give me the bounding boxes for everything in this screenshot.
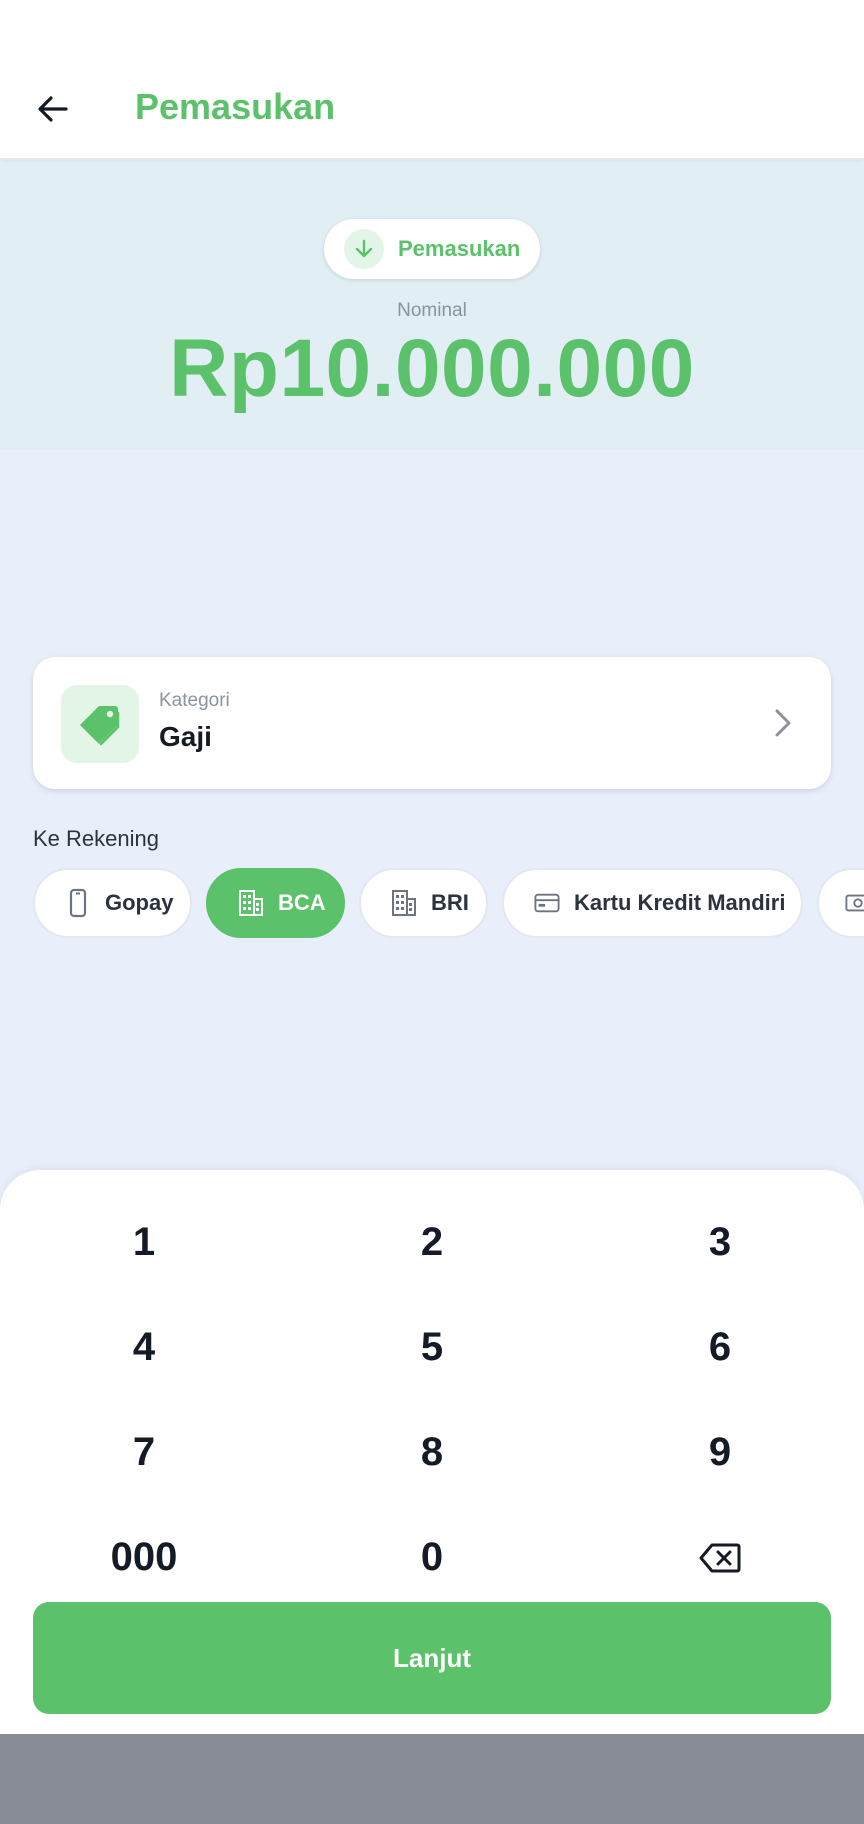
- account-chip-bca[interactable]: BCA: [206, 868, 345, 938]
- category-label: Kategori: [159, 690, 230, 711]
- category-value: Gaji: [159, 721, 212, 752]
- arrow-left-icon: [38, 96, 68, 122]
- key-2[interactable]: 2: [288, 1190, 576, 1295]
- account-chip-bri[interactable]: BRI: [359, 868, 488, 938]
- transaction-type-pill[interactable]: Pemasukan: [324, 219, 540, 279]
- key-8[interactable]: 8: [288, 1400, 576, 1505]
- key-0[interactable]: 0: [288, 1505, 576, 1610]
- account-chips: Gopay BCA BRI Kartu Kredit Mandiri: [0, 868, 864, 938]
- amount-value: Rp10.000.000: [169, 323, 695, 414]
- key-6[interactable]: 6: [576, 1295, 864, 1400]
- account-chip-label: Gopay: [105, 890, 174, 915]
- account-section-title: Ke Rekening: [33, 826, 159, 851]
- key-1[interactable]: 1: [0, 1190, 288, 1295]
- account-chip-label: BRI: [431, 890, 469, 915]
- key-4[interactable]: 4: [0, 1295, 288, 1400]
- page-title: Pemasukan: [135, 86, 336, 127]
- key-000[interactable]: 000: [0, 1505, 288, 1610]
- backspace-icon: [699, 1543, 741, 1572]
- transaction-type-label: Pemasukan: [398, 236, 521, 261]
- category-selector[interactable]: Kategori Gaji: [33, 657, 831, 789]
- account-chip-label: BCA: [278, 890, 326, 915]
- keypad-sheet: 1 2 3 4 5 6 7 8 9 000 0 Lanjut: [0, 1170, 864, 1734]
- arrow-down-icon: [344, 229, 384, 269]
- key-3[interactable]: 3: [576, 1190, 864, 1295]
- back-button[interactable]: [26, 82, 80, 136]
- continue-button[interactable]: Lanjut: [33, 1602, 831, 1714]
- account-chip-cash[interactable]: [817, 868, 864, 938]
- app-bar: Pemasukan: [0, 0, 864, 160]
- building-icon: [238, 888, 264, 918]
- account-chip-gopay[interactable]: Gopay: [33, 868, 192, 938]
- account-chip-kartu-kredit-mandiri[interactable]: Kartu Kredit Mandiri: [502, 868, 803, 938]
- amount-header: Pemasukan Nominal Rp10.000.000: [0, 162, 864, 449]
- key-9[interactable]: 9: [576, 1400, 864, 1505]
- tag-icon: [61, 685, 139, 763]
- key-5[interactable]: 5: [288, 1295, 576, 1400]
- backspace-key[interactable]: [576, 1505, 864, 1610]
- cash-icon: [845, 888, 864, 918]
- key-7[interactable]: 7: [0, 1400, 288, 1505]
- background-scrim: [0, 1734, 864, 1824]
- credit-card-icon: [534, 888, 560, 918]
- nominal-label: Nominal: [397, 300, 467, 321]
- account-chip-label: Kartu Kredit Mandiri: [574, 890, 786, 915]
- chevron-right-icon: [771, 707, 795, 744]
- phone-icon: [65, 888, 91, 918]
- building-icon: [391, 888, 417, 918]
